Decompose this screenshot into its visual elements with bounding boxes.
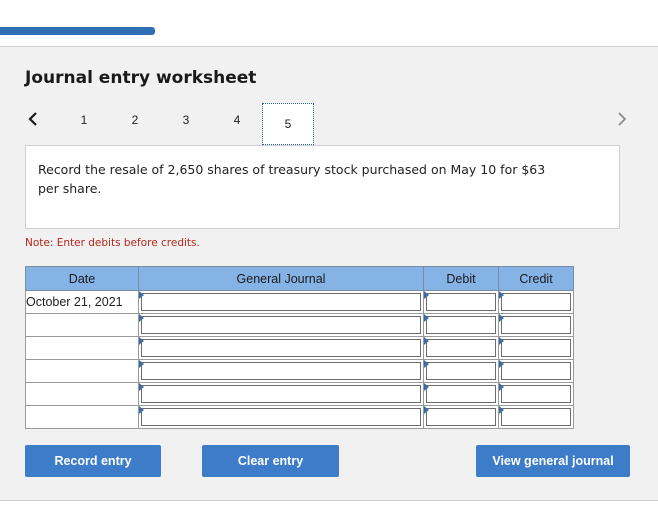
progress-bar — [0, 27, 155, 35]
date-cell[interactable] — [25, 359, 139, 383]
credit-input[interactable] — [498, 290, 574, 314]
debit-input[interactable] — [423, 405, 499, 429]
account-select[interactable] — [138, 336, 424, 360]
table-row — [25, 382, 574, 406]
credit-column-header: Credit — [498, 266, 574, 291]
debit-input[interactable] — [423, 290, 499, 314]
debit-field[interactable] — [426, 316, 496, 334]
credit-input[interactable] — [498, 405, 574, 429]
record-entry-button[interactable]: Record entry — [25, 445, 161, 477]
step-5-active[interactable]: 5 — [262, 103, 314, 145]
debit-field[interactable] — [426, 293, 496, 311]
step-4[interactable]: 4 — [227, 110, 247, 130]
account-field[interactable] — [141, 408, 421, 426]
note-text: Note: Enter debits before credits. — [25, 237, 200, 249]
credit-field[interactable] — [501, 362, 571, 380]
account-select[interactable] — [138, 382, 424, 406]
account-select[interactable] — [138, 313, 424, 337]
debit-column-header: Debit — [423, 266, 499, 291]
debit-field[interactable] — [426, 339, 496, 357]
credit-field[interactable] — [501, 339, 571, 357]
table-row: October 21, 2021 — [25, 290, 574, 314]
debit-field[interactable] — [426, 408, 496, 426]
chevron-right-icon — [618, 112, 627, 126]
table-row — [25, 359, 574, 383]
account-field[interactable] — [141, 385, 421, 403]
debit-field[interactable] — [426, 385, 496, 403]
date-cell[interactable] — [25, 382, 139, 406]
table-row — [25, 313, 574, 337]
account-field[interactable] — [141, 293, 421, 311]
prev-step-button[interactable] — [23, 108, 43, 130]
credit-field[interactable] — [501, 293, 571, 311]
account-select[interactable] — [138, 405, 424, 429]
credit-input[interactable] — [498, 382, 574, 406]
date-column-header: Date — [25, 266, 139, 291]
chevron-left-icon — [28, 112, 37, 126]
debit-input[interactable] — [423, 336, 499, 360]
step-2[interactable]: 2 — [125, 110, 145, 130]
debit-field[interactable] — [426, 362, 496, 380]
account-field[interactable] — [141, 339, 421, 357]
footer-divider — [0, 500, 658, 501]
credit-input[interactable] — [498, 359, 574, 383]
debit-input[interactable] — [423, 313, 499, 337]
credit-field[interactable] — [501, 408, 571, 426]
date-cell[interactable] — [25, 336, 139, 360]
journal-header-row: Date General Journal Debit Credit — [25, 266, 574, 291]
account-select[interactable] — [138, 359, 424, 383]
general-journal-column-header: General Journal — [138, 266, 424, 291]
date-cell[interactable] — [25, 405, 139, 429]
date-cell[interactable] — [25, 313, 139, 337]
question-prompt: Record the resale of 2,650 shares of tre… — [25, 145, 620, 229]
credit-field[interactable] — [501, 385, 571, 403]
page-title: Journal entry worksheet — [25, 68, 257, 88]
journal-table: Date General Journal Debit Credit Octobe… — [25, 266, 574, 429]
prompt-text: Record the resale of 2,650 shares of tre… — [38, 162, 546, 196]
step-1[interactable]: 1 — [74, 110, 94, 130]
view-general-journal-button[interactable]: View general journal — [476, 445, 630, 477]
table-row — [25, 336, 574, 360]
clear-entry-button[interactable]: Clear entry — [202, 445, 339, 477]
credit-field[interactable] — [501, 316, 571, 334]
debit-input[interactable] — [423, 359, 499, 383]
account-select[interactable] — [138, 290, 424, 314]
credit-input[interactable] — [498, 336, 574, 360]
table-row — [25, 405, 574, 429]
next-step-button[interactable] — [612, 108, 632, 130]
date-cell[interactable]: October 21, 2021 — [25, 290, 139, 314]
step-3[interactable]: 3 — [176, 110, 196, 130]
account-field[interactable] — [141, 362, 421, 380]
debit-input[interactable] — [423, 382, 499, 406]
credit-input[interactable] — [498, 313, 574, 337]
account-field[interactable] — [141, 316, 421, 334]
